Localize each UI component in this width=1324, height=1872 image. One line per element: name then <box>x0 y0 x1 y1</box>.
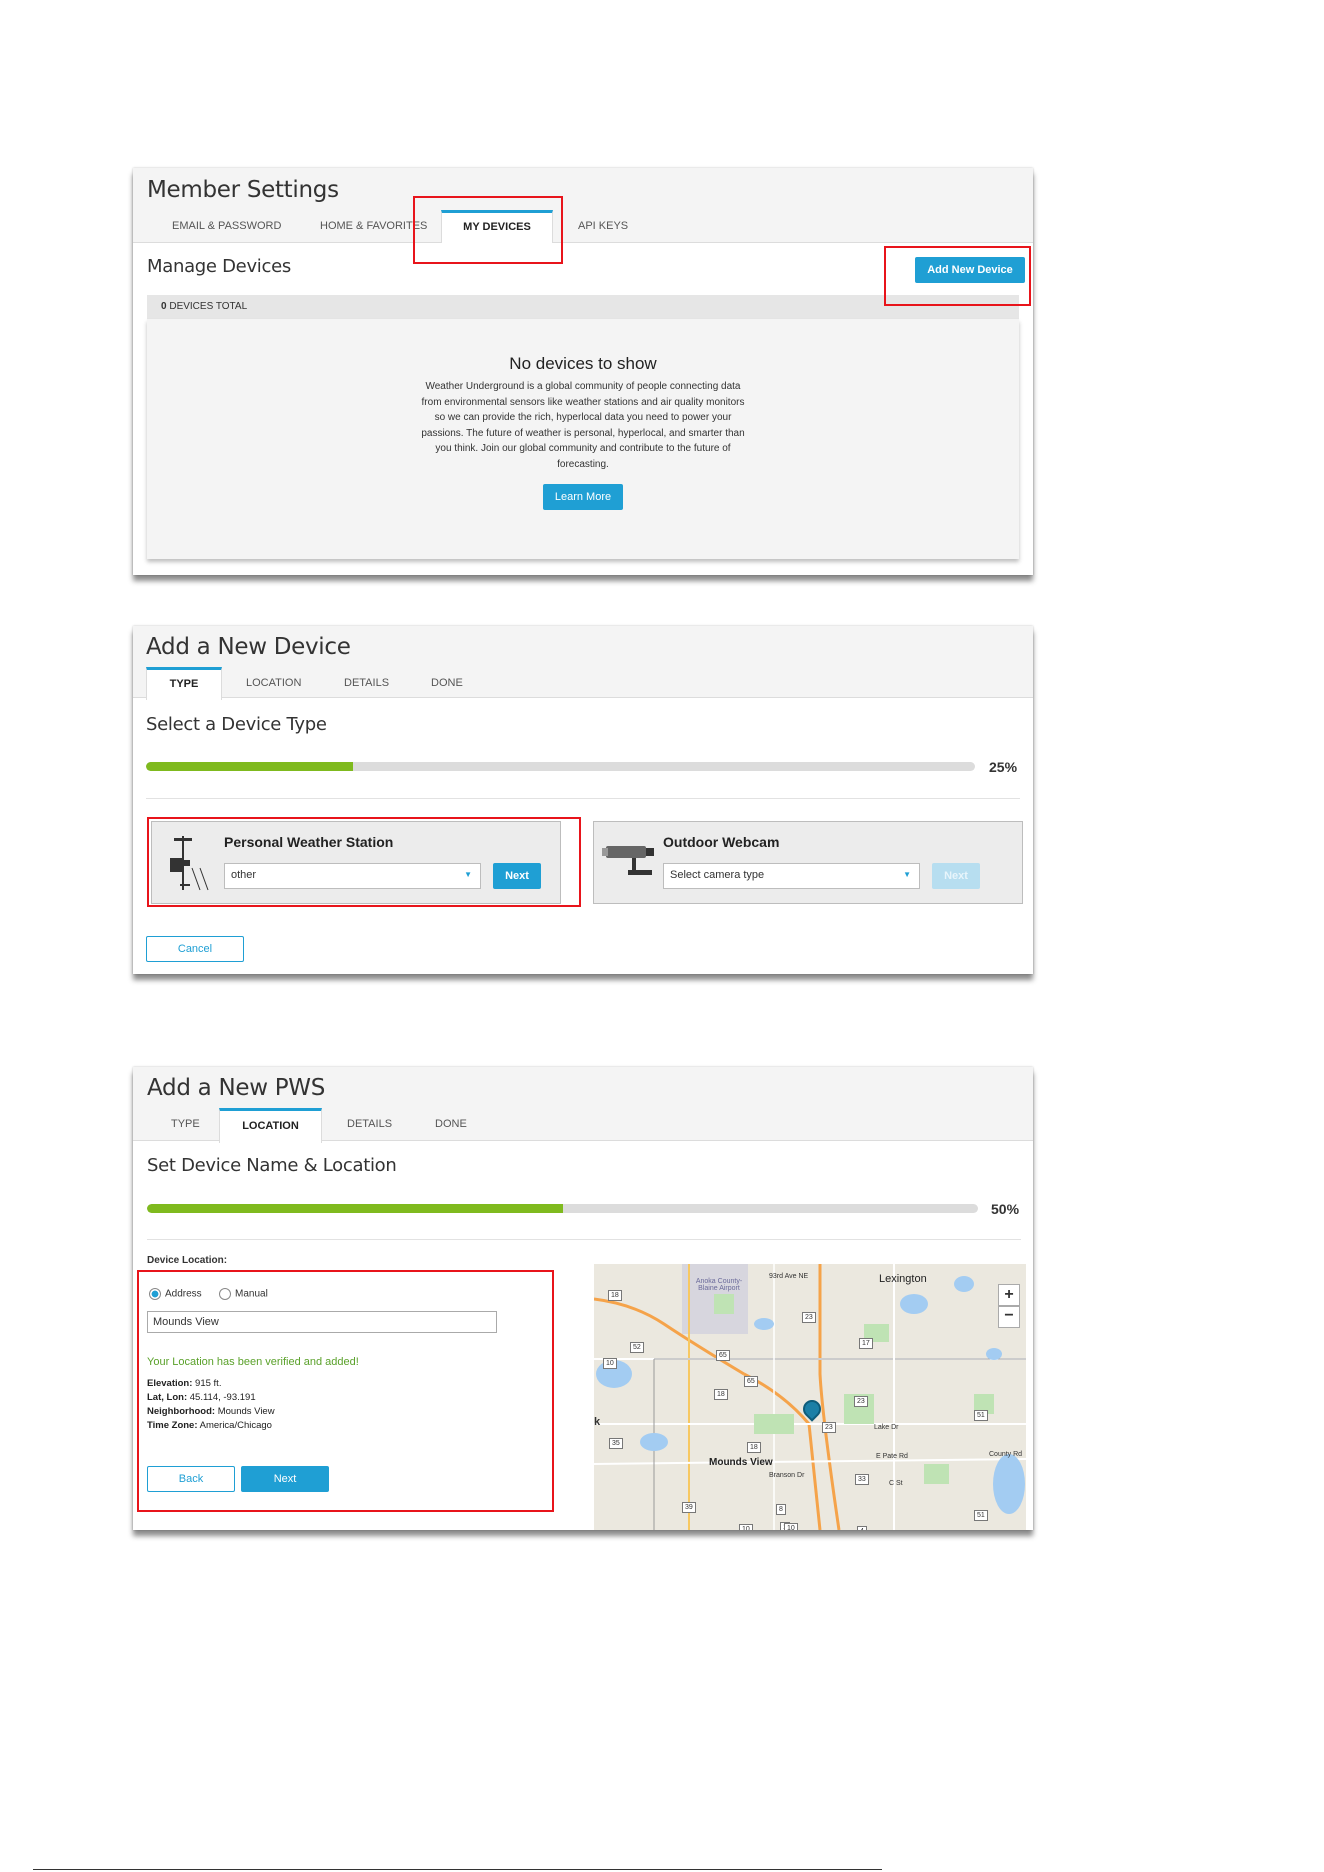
route-shield: 52 <box>630 1342 644 1353</box>
route-shield: 10 <box>603 1358 617 1369</box>
map-label-airport: Anoka County- Blaine Airport <box>695 1278 743 1292</box>
route-shield: 51 <box>974 1510 988 1521</box>
empty-state-card: No devices to show Weather Underground i… <box>147 319 1019 559</box>
zoom-out-button[interactable]: − <box>998 1306 1020 1328</box>
divider <box>146 798 1020 799</box>
tab-type[interactable]: TYPE <box>146 667 222 700</box>
description-line: from environmental sensors like weather … <box>421 396 745 408</box>
member-settings-header: Member Settings EMAIL & PASSWORD HOME & … <box>133 168 1033 243</box>
empty-state-description: Weather Underground is a global communit… <box>147 379 1019 472</box>
device-location-heading: Device Location: <box>147 1255 228 1266</box>
route-shield: 8 <box>776 1504 786 1515</box>
description-line: Weather Underground is a global communit… <box>425 381 741 392</box>
member-settings-panel: Member Settings EMAIL & PASSWORD HOME & … <box>133 168 1033 575</box>
outdoor-webcam-card[interactable]: Outdoor Webcam Select camera type ▼ Next <box>593 821 1023 904</box>
route-shield: 10 <box>784 1523 798 1530</box>
cancel-button[interactable]: Cancel <box>146 936 244 962</box>
tab-api-keys[interactable]: API KEYS <box>578 220 628 232</box>
route-shield: 23 <box>802 1312 816 1323</box>
description-line: passions. The future of weather is perso… <box>421 427 745 439</box>
zoom-in-button[interactable]: + <box>998 1284 1020 1306</box>
devices-count: 0 <box>161 301 167 312</box>
tab-location[interactable]: LOCATION <box>219 1108 322 1143</box>
route-shield: 51 <box>974 1410 988 1421</box>
highlight-personal-weather-station <box>147 817 581 907</box>
footer-rule <box>33 1869 882 1870</box>
webcam-next-button-disabled[interactable]: Next <box>932 863 980 889</box>
add-pws-header: Add a New PWS TYPE LOCATION DETAILS DONE <box>133 1067 1033 1143</box>
progress-percent: 50% <box>991 1201 1020 1217</box>
progress-fill <box>147 1204 563 1213</box>
progress-fill <box>146 762 354 771</box>
tab-location[interactable]: LOCATION <box>246 677 301 689</box>
map-label-c-st: C St <box>889 1480 903 1487</box>
route-shield: 10 <box>739 1524 753 1530</box>
tab-type[interactable]: TYPE <box>171 1118 200 1130</box>
description-line: forecasting. <box>557 458 609 470</box>
route-shield: 18 <box>608 1290 622 1301</box>
route-shield: 23 <box>854 1396 868 1407</box>
select-device-type-title: Select a Device Type <box>146 714 327 735</box>
set-device-name-title: Set Device Name & Location <box>147 1155 397 1176</box>
chevron-down-icon: ▼ <box>903 870 911 879</box>
add-device-panel: Add a New Device TYPE LOCATION DETAILS D… <box>133 626 1033 974</box>
progress-bar <box>147 1204 978 1213</box>
description-line: you think. Join our global community and… <box>435 443 731 454</box>
tab-home-favorites[interactable]: HOME & FAVORITES <box>320 220 427 232</box>
tab-details[interactable]: DETAILS <box>347 1118 392 1130</box>
page-title: Add a New Device <box>146 634 351 660</box>
route-shield: 39 <box>682 1502 696 1513</box>
learn-more-button[interactable]: Learn More <box>543 484 623 510</box>
map-label-k: k <box>594 1416 601 1428</box>
progress-percent: 25% <box>989 759 1018 775</box>
devices-total-label: DEVICES TOTAL <box>169 301 248 312</box>
route-shield: 65 <box>716 1350 730 1361</box>
tab-details[interactable]: DETAILS <box>344 677 389 689</box>
empty-state-title: No devices to show <box>509 354 657 373</box>
tab-done[interactable]: DONE <box>431 677 463 689</box>
map-label-branson: Branson Dr <box>769 1472 805 1479</box>
tab-email-password[interactable]: EMAIL & PASSWORD <box>172 220 281 232</box>
map-label-93rd: 93rd Ave NE <box>769 1273 809 1280</box>
highlight-my-devices-tab <box>413 196 563 264</box>
route-shield: 18 <box>747 1442 761 1453</box>
map-label-county-rd: County Rd <box>989 1451 1023 1458</box>
map-label-lake-dr: Lake Dr <box>874 1424 899 1431</box>
map-label-mounds-view: Mounds View <box>709 1457 773 1468</box>
route-shield: 35 <box>609 1438 623 1449</box>
page-title: Member Settings <box>147 177 339 203</box>
map-label-lexington: Lexington <box>879 1273 927 1285</box>
route-shield: 23 <box>822 1422 836 1433</box>
highlight-device-location-form <box>137 1270 554 1512</box>
webcam-title: Outdoor Webcam <box>663 834 780 850</box>
route-shield: 33 <box>855 1474 869 1485</box>
route-shield: 65 <box>744 1376 758 1387</box>
tab-done[interactable]: DONE <box>435 1118 467 1130</box>
manage-devices-title: Manage Devices <box>147 256 291 277</box>
page-title: Add a New PWS <box>147 1075 326 1101</box>
route-shield: 18 <box>714 1389 728 1400</box>
description-line: so we can provide the rich, hyperlocal d… <box>434 412 732 423</box>
route-shield: 4 <box>857 1526 867 1530</box>
highlight-add-new-device <box>884 246 1031 306</box>
webcam-icon <box>602 846 654 875</box>
map-graphics <box>594 1264 1026 1530</box>
camera-type-placeholder: Select camera type <box>670 869 765 881</box>
add-device-header: Add a New Device TYPE LOCATION DETAILS D… <box>133 626 1033 700</box>
divider <box>147 1239 1021 1240</box>
camera-type-select[interactable]: Select camera type ▼ <box>663 863 920 889</box>
map-label-e-pate: E Pate Rd <box>876 1453 908 1460</box>
route-shield: 17 <box>859 1338 873 1349</box>
location-map[interactable]: Lexington Anoka County- Blaine Airport 9… <box>594 1264 1026 1530</box>
progress-bar <box>146 762 975 771</box>
